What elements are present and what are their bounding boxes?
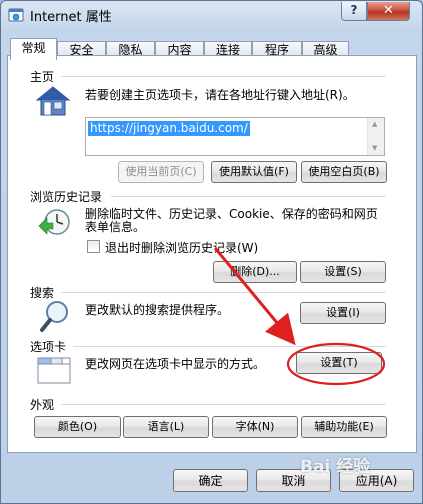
fonts-button[interactable]: 字体(N) bbox=[212, 416, 298, 438]
colors-button[interactable]: 颜色(O) bbox=[34, 416, 121, 438]
home-section-label: 主页 bbox=[30, 68, 59, 85]
help-button[interactable]: ? bbox=[341, 2, 367, 21]
home-page-url-input[interactable]: https://jingyan.baidu.com/ ▲ ▼ bbox=[85, 117, 385, 156]
history-settings-button[interactable]: 设置(S) bbox=[300, 261, 386, 283]
watermark-text: Bai 经验 bbox=[300, 457, 371, 477]
history-clock-icon bbox=[38, 209, 70, 235]
history-separator bbox=[111, 196, 386, 197]
delete-on-exit-label[interactable]: 退出时删除浏览历史记录(W) bbox=[105, 239, 258, 256]
window-title: Internet 属性 bbox=[30, 10, 112, 25]
internet-properties-window: Internet 属性 ? ✕ 常规 安全 隐私 内容 连接 程序 高级 主页 … bbox=[0, 0, 423, 504]
scroll-down-icon[interactable]: ▼ bbox=[372, 144, 377, 152]
search-separator bbox=[61, 292, 386, 293]
languages-button[interactable]: 语言(L) bbox=[123, 416, 209, 438]
use-default-button[interactable]: 使用默认值(F) bbox=[211, 161, 297, 183]
ok-button[interactable]: 确定 bbox=[173, 469, 248, 492]
tabs-description: 更改网页在选项卡中显示的方式。 bbox=[85, 357, 266, 371]
tab-general[interactable]: 常规 bbox=[10, 38, 57, 60]
appearance-section-label: 外观 bbox=[30, 396, 59, 413]
home-description: 若要创建主页选项卡，请在各地址行键入地址(R)。 bbox=[85, 88, 355, 102]
delete-on-exit-checkbox[interactable] bbox=[87, 240, 100, 253]
history-section-label: 浏览历史记录 bbox=[30, 188, 107, 205]
search-magnifier-icon bbox=[40, 301, 68, 332]
home-icon bbox=[35, 86, 71, 116]
internet-options-icon bbox=[8, 8, 24, 22]
url-scrollbar[interactable]: ▲ ▼ bbox=[367, 118, 384, 155]
title-bar[interactable]: Internet 属性 ? ✕ bbox=[1, 1, 422, 29]
scroll-up-icon[interactable]: ▲ bbox=[372, 120, 377, 128]
tabs-window-icon bbox=[37, 357, 71, 384]
close-button[interactable]: ✕ bbox=[367, 2, 410, 21]
history-description-line2: 表单信息。 bbox=[85, 220, 146, 234]
home-page-url-text: https://jingyan.baidu.com/ bbox=[88, 121, 250, 136]
tabs-separator bbox=[73, 346, 386, 347]
accessibility-button[interactable]: 辅助功能(E) bbox=[301, 416, 387, 438]
use-blank-button[interactable]: 使用空白页(B) bbox=[301, 161, 387, 183]
use-current-button[interactable]: 使用当前页(C) bbox=[118, 161, 204, 183]
delete-history-button[interactable]: 删除(D)... bbox=[213, 261, 297, 283]
appearance-separator bbox=[61, 404, 386, 405]
tabs-settings-button[interactable]: 设置(T) bbox=[296, 352, 382, 374]
home-separator bbox=[61, 76, 386, 77]
search-description: 更改默认的搜索提供程序。 bbox=[85, 303, 230, 317]
search-settings-button[interactable]: 设置(I) bbox=[300, 302, 386, 324]
tabs-section-label: 选项卡 bbox=[30, 338, 71, 355]
